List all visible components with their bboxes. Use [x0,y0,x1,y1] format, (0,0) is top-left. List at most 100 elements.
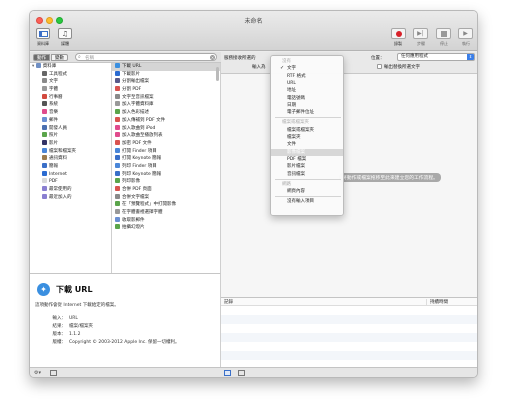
finder-icon [42,147,47,153]
location-select[interactable]: 任何應用程式 ⇕ [397,53,475,61]
action-item[interactable]: 文字至音訊檔案 [112,93,220,102]
font-icon [42,86,47,92]
library-item[interactable]: 音樂 [30,109,111,117]
menu-item[interactable]: ✓ 文字 [271,65,343,72]
library-item[interactable]: 最近加入的 [30,193,111,202]
actions-segment[interactable]: 動作 [33,54,50,61]
action-item[interactable]: 合併文字檔案 [112,193,220,202]
action-item[interactable]: 列印 Finder 項目 [112,162,220,171]
action-item[interactable]: 列印影像 [112,178,220,186]
action-icon [115,70,120,76]
action-item[interactable]: 加入字體資料庫 [112,101,220,109]
action-item[interactable]: 在「預覽程式」中打開影像 [112,201,220,209]
library-item[interactable]: 系統 [30,101,111,109]
presentation-icon [42,162,47,168]
library-item-label: 文字 [49,79,58,85]
menu-item[interactable]: PDF 檔案 [271,156,343,163]
library-toggle-button[interactable] [36,28,50,39]
library-item[interactable]: 簡報 [30,162,111,171]
action-icon [115,147,120,153]
menu-item[interactable]: 沒有輸入項目 [271,198,343,205]
log-view-icon[interactable] [224,370,231,376]
library-item[interactable]: PDF [30,178,111,186]
library-item-label: 照片 [49,133,58,139]
action-item-label: 分割 PDF [122,87,142,93]
action-item[interactable]: 合併 PDF 頁面 [112,186,220,194]
action-item[interactable]: 下載 URL [112,63,220,71]
contacts-icon [42,155,47,161]
log-column-header[interactable]: 記錄 [224,299,233,305]
library-item[interactable]: 開發人員 [30,124,111,133]
library-item[interactable]: 檔案和檔案夾 [30,147,111,156]
menu-item[interactable]: 影片檔案 [271,163,343,170]
menu-item[interactable]: 文件 [271,141,343,148]
duration-column-header[interactable]: 持續時間 [426,299,448,305]
action-item[interactable]: 打開 Keynote 簡報 [112,155,220,163]
library-item-label: 郵件 [49,117,58,123]
menu-item-label: 檔案或檔案夾 [287,127,314,133]
run-button[interactable]: ▶ [458,28,473,39]
actions-scrollbar[interactable] [216,67,219,81]
library-item[interactable]: ▾ 資料庫 [30,63,111,71]
action-item[interactable]: 分割輸出檔案 [112,78,220,86]
library-item[interactable]: 通訊資料 [30,155,111,163]
stop-button[interactable] [436,28,451,39]
actions-list: 下載 URL 下載影片 分割輸出檔案 分割 PDF 文字至音訊檔案 加入字體資料庫 加入色彩… [112,63,221,273]
action-item[interactable]: 加密 PDF 文件 [112,139,220,148]
library-item-label: 最常使用的 [49,187,72,192]
replace-text-checkbox[interactable] [377,64,382,69]
record-label: 錄製 [394,41,402,46]
library-item[interactable]: 工具程式 [30,70,111,79]
menu-item[interactable]: RTF 格式 [271,73,343,80]
action-item[interactable]: 列印 Keynote 簡報 [112,170,220,179]
library-item[interactable]: 照片 [30,132,111,140]
library-item[interactable]: 最常使用的 [30,186,111,194]
action-item[interactable]: 加入歌曲到 iPod [112,124,220,133]
library-item[interactable]: 文字 [30,78,111,86]
menu-separator [275,117,341,119]
variables-view-icon[interactable] [238,370,245,376]
action-item[interactable]: 下載影片 [112,70,220,79]
action-item[interactable]: 加入歌曲至播放列表 [112,132,220,140]
menu-item[interactable]: URL [271,80,343,87]
action-item[interactable]: 打開 Finder 項目 [112,147,220,156]
action-item[interactable]: 分割 PDF [112,86,220,94]
variables-segment[interactable]: 變數 [51,54,68,61]
menu-item[interactable]: 網頁內容 [271,188,343,195]
menu-item[interactable]: 影像檔案 [271,148,343,156]
menu-item[interactable]: 音訊檔案 [271,171,343,178]
calendar-icon [42,93,47,99]
description-toggle-icon[interactable] [50,370,57,376]
library-list: ▾ 資料庫 工具程式文字 字體 行事曆 系統 音樂 郵件 開發人員 照片 影片 檔案和檔案夾 通訊資料… [30,63,112,273]
action-item[interactable]: 拍攝幻燈片 [112,224,220,232]
action-item[interactable]: 收取影郵件 [112,216,220,225]
library-item[interactable]: 行事曆 [30,93,111,102]
action-item[interactable]: 加入色彩描述 [112,109,220,117]
action-item-label: 分割輸出檔案 [122,79,149,85]
gear-icon[interactable]: ⚙▾ [34,370,41,376]
record-button[interactable] [391,28,406,39]
filter-bar: 動作 變數 ⌕ 名稱 × [30,52,221,63]
menu-item[interactable]: 日期 [271,102,343,109]
media-button[interactable]: ♫ [58,28,72,39]
library-item[interactable]: Internet [30,170,111,179]
library-item-label: 工具程式 [49,71,67,77]
action-item[interactable]: 加入傳補到 PDF 文件 [112,116,220,125]
library-item[interactable]: 字體 [30,86,111,94]
menu-item[interactable]: 檔案夾 [271,134,343,141]
search-field[interactable]: ⌕ 名稱 × [75,53,217,61]
action-item-label: 文字至音訊檔案 [122,94,154,100]
clear-search-icon[interactable]: × [210,55,215,60]
mail-icon [42,116,47,122]
library-item[interactable]: 影片 [30,139,111,148]
workflow-canvas[interactable]: 將動作或檔案拖移至此來建立您的工作流程。 [221,74,477,297]
menu-item[interactable]: 地址 [271,87,343,94]
step-button[interactable]: ▶| [413,28,428,39]
library-item-label: 音樂 [49,110,58,116]
menu-item[interactable]: 電子郵件位址 [271,109,343,116]
library-item[interactable]: 郵件 [30,116,111,125]
menu-item[interactable]: 電話號碼 [271,95,343,102]
action-item[interactable]: 在字體書裡選擇字體 [112,209,220,217]
log-row [221,333,477,342]
menu-item[interactable]: 檔案或檔案夾 [271,127,343,134]
